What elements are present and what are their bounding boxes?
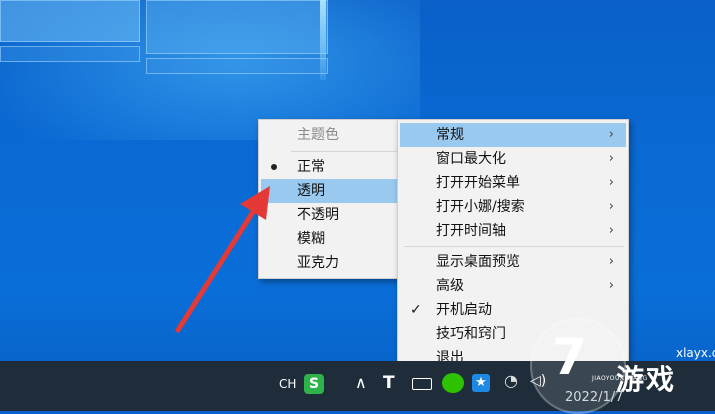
menu-separator xyxy=(404,246,624,247)
watermark-subtitle: JIAOYOUXIWANG xyxy=(592,375,648,382)
watermark-digit: 7 xyxy=(552,328,587,386)
chevron-right-icon: › xyxy=(608,199,614,214)
menu-item-open-timeline[interactable]: 打开时间轴 › xyxy=(400,219,626,243)
app-star-icon[interactable]: ★ xyxy=(472,374,490,392)
show-hidden-icons-button[interactable]: ∧ xyxy=(355,373,367,392)
chevron-right-icon: › xyxy=(608,127,614,142)
chevron-right-icon: › xyxy=(608,254,614,269)
windows-logo-pane xyxy=(146,0,328,54)
annotation-arrow xyxy=(175,186,270,333)
theme-option-transparent[interactable]: 透明 xyxy=(261,179,399,203)
windows-logo-pane xyxy=(0,0,140,42)
menu-item-desktop-preview[interactable]: 显示桌面预览 › xyxy=(400,250,626,274)
checkmark-icon: ✓ xyxy=(410,302,422,318)
chevron-right-icon: › xyxy=(608,175,614,190)
theme-option-blur[interactable]: 模糊 xyxy=(261,227,399,251)
watermark-url: xlayx.com xyxy=(676,346,715,360)
menu-item-general[interactable]: 常规 › xyxy=(400,123,626,147)
theme-option-acrylic[interactable]: 亚克力 xyxy=(261,251,399,275)
theme-option-normal[interactable]: 正常 xyxy=(261,155,399,179)
windows-logo-pane xyxy=(146,58,328,74)
battery-icon[interactable] xyxy=(412,378,432,390)
menu-separator xyxy=(291,151,397,152)
wechat-icon[interactable] xyxy=(442,373,464,393)
menu-item-open-start-menu[interactable]: 打开开始菜单 › xyxy=(400,171,626,195)
theme-option-opaque[interactable]: 不透明 xyxy=(261,203,399,227)
submenu-header: 主题色 xyxy=(297,127,339,143)
translucenttb-tray-icon[interactable]: T xyxy=(383,373,395,393)
sogou-input-icon[interactable]: S xyxy=(304,374,324,394)
chevron-right-icon: › xyxy=(608,151,614,166)
chevron-right-icon: › xyxy=(608,278,614,293)
menu-item-open-cortana-search[interactable]: 打开小娜/搜索 › xyxy=(400,195,626,219)
menu-item-advanced[interactable]: 高级 › xyxy=(400,274,626,298)
wifi-icon[interactable]: ◔ xyxy=(504,371,518,390)
menu-item-window-maximize[interactable]: 窗口最大化 › xyxy=(400,147,626,171)
light-beam xyxy=(320,0,326,80)
selected-bullet-icon xyxy=(271,164,277,170)
ime-language-indicator[interactable]: CH xyxy=(279,377,296,391)
windows-logo-pane xyxy=(0,46,140,62)
site-watermark: 7 xlayx.com 游戏 JIAOYOUXIWANG xyxy=(530,318,715,414)
chevron-right-icon: › xyxy=(608,223,614,238)
